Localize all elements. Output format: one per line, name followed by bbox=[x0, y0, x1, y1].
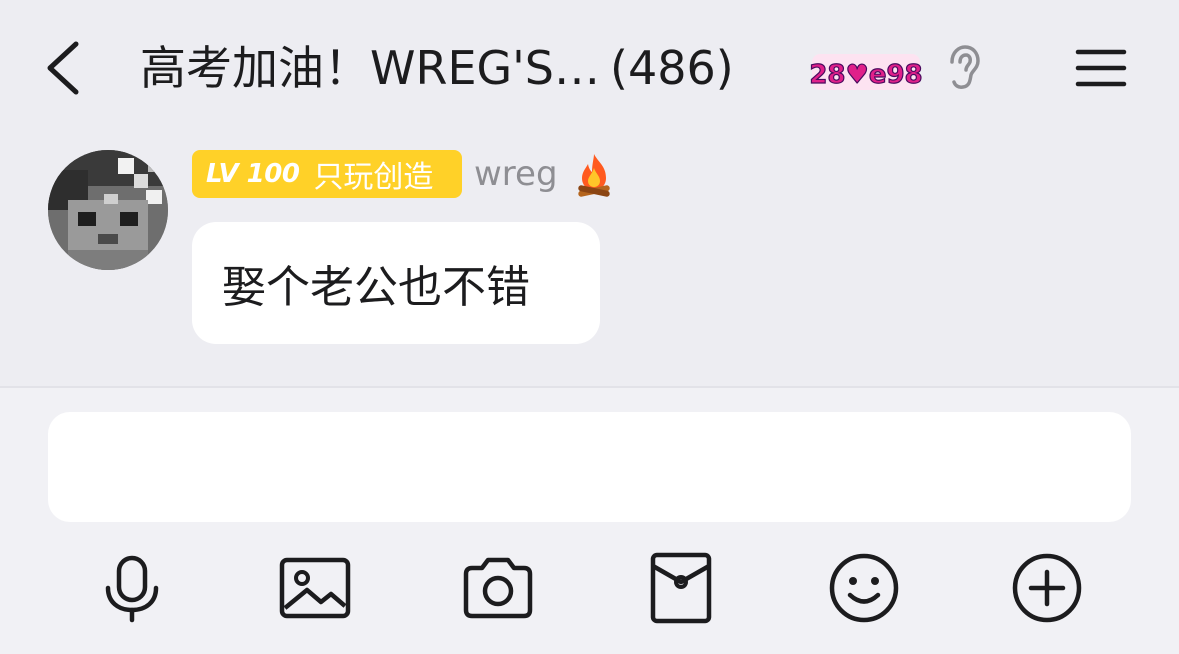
ear-icon bbox=[950, 45, 980, 89]
level-title: 只玩创造 bbox=[313, 160, 434, 195]
emoji-icon bbox=[829, 553, 899, 623]
image-icon bbox=[279, 557, 351, 619]
avatar[interactable] bbox=[48, 150, 168, 270]
image-button[interactable] bbox=[277, 550, 353, 626]
message-bubble[interactable]: 娶个老公也不错 bbox=[192, 222, 600, 344]
ear-button[interactable] bbox=[944, 44, 984, 92]
menu-icon bbox=[1075, 49, 1127, 87]
red-packet-icon bbox=[650, 552, 712, 624]
camera-icon bbox=[463, 557, 533, 619]
menu-button[interactable] bbox=[1074, 44, 1128, 92]
member-count: (486) bbox=[610, 41, 734, 95]
message-text: 娶个老公也不错 bbox=[222, 262, 530, 313]
username[interactable]: wreg bbox=[474, 150, 558, 198]
more-button[interactable] bbox=[1009, 550, 1085, 626]
group-badge-logo: 128♥e980 bbox=[791, 50, 941, 94]
plus-icon bbox=[1012, 553, 1082, 623]
back-button[interactable] bbox=[38, 36, 90, 100]
chat-title[interactable]: 高考加油！WREG'S… (486) bbox=[140, 36, 734, 100]
level-label: LV 100 bbox=[206, 159, 300, 189]
microphone-icon bbox=[105, 555, 159, 623]
camera-button[interactable] bbox=[460, 550, 536, 626]
back-arrow-icon bbox=[47, 41, 79, 95]
voice-button[interactable] bbox=[94, 550, 170, 626]
group-badge-text: 128♥e980 bbox=[810, 60, 922, 90]
level-badge: LV 100 只玩创造 bbox=[192, 150, 462, 198]
emoji-button[interactable] bbox=[826, 550, 902, 626]
chat-header: 高考加油！WREG'S…(486) 128♥e980 bbox=[0, 0, 1179, 130]
fire-icon bbox=[570, 150, 618, 198]
red-packet-button[interactable] bbox=[643, 550, 719, 626]
message-input[interactable] bbox=[48, 412, 1131, 522]
group-name: 高考加油！WREG'S… bbox=[140, 41, 600, 95]
